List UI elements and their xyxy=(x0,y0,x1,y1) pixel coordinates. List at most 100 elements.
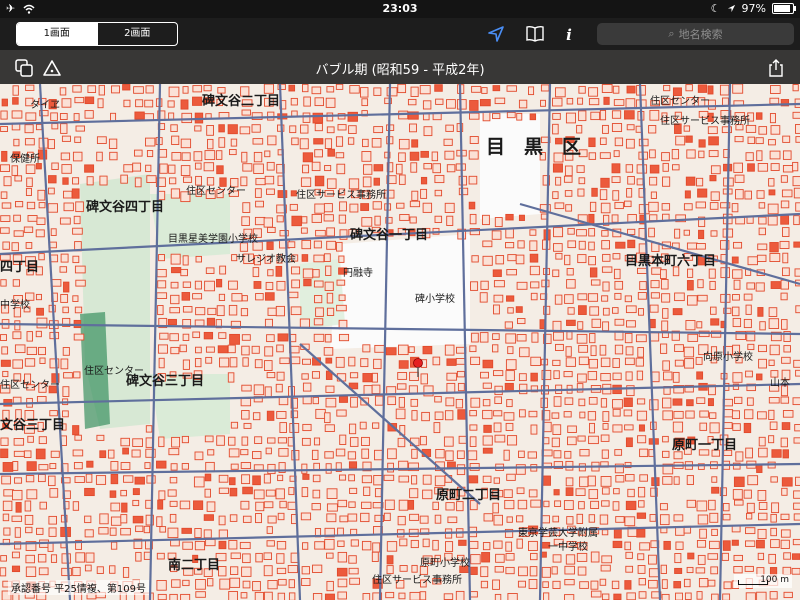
map-building-block xyxy=(157,499,164,510)
map-building-block xyxy=(219,578,231,590)
map-building-block xyxy=(707,579,716,587)
map-building-block xyxy=(13,438,25,446)
map-building-block xyxy=(756,190,765,199)
map-building-block xyxy=(109,151,118,161)
map-building-block xyxy=(528,489,538,498)
map-building-block xyxy=(588,358,598,369)
segment-two-screen[interactable]: 2画面 xyxy=(96,23,178,45)
map-canvas[interactable] xyxy=(0,84,800,600)
map-building-block xyxy=(768,189,776,196)
map-building-block xyxy=(134,476,145,485)
map-building-block xyxy=(531,332,539,343)
map-building-block xyxy=(363,486,371,496)
map-building-block xyxy=(504,382,514,392)
map-building-block xyxy=(48,175,57,184)
map-building-block xyxy=(13,138,20,147)
map-building-block xyxy=(612,85,620,94)
map-building-block xyxy=(25,84,35,91)
map-building-block xyxy=(529,240,538,252)
label-jukyo-service-top: 住区サービス事務所 xyxy=(660,116,750,127)
map-building-block xyxy=(61,567,72,577)
map-building-block xyxy=(50,554,58,563)
map-building-block xyxy=(26,346,38,355)
map-building-block xyxy=(638,591,647,599)
map-building-block xyxy=(180,138,192,149)
location-pin-icon[interactable] xyxy=(412,358,424,378)
map-building-block xyxy=(265,489,276,497)
map-building-block xyxy=(192,96,203,106)
location-arrow-icon[interactable] xyxy=(486,24,506,44)
map-building-block xyxy=(528,540,538,551)
map-building-block xyxy=(757,243,768,251)
map-building-block xyxy=(85,552,95,563)
map-building-block xyxy=(505,213,514,221)
map-building-block xyxy=(0,555,7,562)
map-building-block xyxy=(735,451,744,462)
map-building-block xyxy=(121,502,128,513)
district-label-himonya-3-left: 文谷三丁目 xyxy=(0,418,66,433)
map-building-block xyxy=(625,474,635,482)
map-building-block xyxy=(395,163,403,175)
map-building-block xyxy=(552,97,563,107)
map-building-block xyxy=(563,371,573,378)
share-icon[interactable] xyxy=(766,58,786,78)
map-building-block xyxy=(145,425,153,433)
map-building-block xyxy=(659,503,668,511)
map-building-block xyxy=(770,539,780,549)
map-building-block xyxy=(723,409,734,418)
map-building-block xyxy=(431,151,439,162)
map-building-block xyxy=(410,162,418,173)
map-building-block xyxy=(122,447,129,455)
map-building-block xyxy=(263,565,273,577)
book-icon[interactable] xyxy=(525,24,545,44)
map-building-block xyxy=(768,397,780,404)
map-building-block xyxy=(577,373,587,383)
map-era-title: バブル期 (昭和59 - 平成2年) xyxy=(315,63,485,78)
map-building-block xyxy=(710,230,718,237)
map-building-block xyxy=(685,176,696,186)
map-building-block xyxy=(758,447,768,458)
map-building-block xyxy=(780,396,790,404)
map-building-block xyxy=(578,356,589,366)
map-building-block xyxy=(98,527,109,535)
map-building-block xyxy=(135,99,144,108)
map-building-block xyxy=(123,475,134,483)
map-building-block xyxy=(302,396,312,405)
map-building-block xyxy=(167,100,175,108)
info-icon[interactable]: i xyxy=(559,24,579,44)
segment-one-screen[interactable]: 1画面 xyxy=(17,23,97,45)
map-building-block xyxy=(108,138,118,149)
map-building-block xyxy=(181,292,191,301)
map-building-block xyxy=(132,438,143,447)
map-building-block xyxy=(731,306,740,317)
map-building-block xyxy=(516,515,524,523)
map-view[interactable]: 目 黒 区 碑文谷一丁目 碑文谷二丁目 碑文谷三丁目 碑文谷四丁目 文谷三丁目 … xyxy=(0,84,800,600)
search-placeholder: 地名検索 xyxy=(678,28,723,41)
map-building-block xyxy=(731,410,740,420)
map-building-block xyxy=(313,333,325,342)
label-jukyo-service-2: 住区サービス事務所 xyxy=(372,575,462,586)
map-building-block xyxy=(422,538,430,548)
map-building-block xyxy=(312,489,321,499)
map-building-block xyxy=(277,474,284,482)
map-building-block xyxy=(96,136,107,144)
map-building-block xyxy=(602,124,609,134)
map-building-block xyxy=(517,318,526,325)
map-building-block xyxy=(72,501,80,511)
place-search-input[interactable]: ⌕ 地名検索 xyxy=(597,23,794,45)
map-building-block xyxy=(230,566,239,575)
map-building-block xyxy=(314,149,323,158)
map-building-block xyxy=(361,501,372,509)
map-building-block xyxy=(795,124,800,134)
map-building-block xyxy=(639,448,649,458)
map-building-block xyxy=(732,269,743,279)
map-building-block xyxy=(747,136,756,144)
map-building-block xyxy=(326,552,334,559)
map-building-block xyxy=(0,227,10,234)
map-building-block xyxy=(434,514,442,524)
map-building-block xyxy=(326,503,338,512)
map-building-block xyxy=(576,229,587,237)
map-building-block xyxy=(156,292,168,299)
map-building-block xyxy=(469,436,477,447)
map-building-block xyxy=(565,204,573,212)
